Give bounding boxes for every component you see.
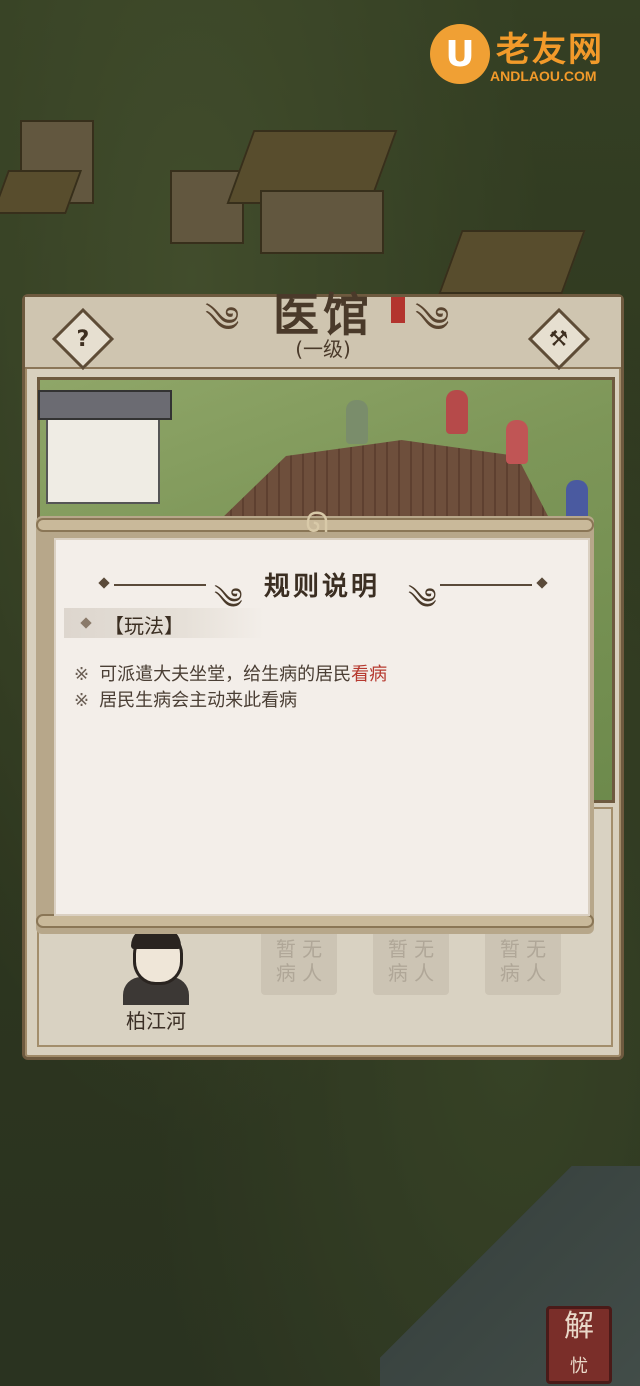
rule-item: ※ 可派遣大夫坐堂，给生病的居民看病 [74, 660, 387, 686]
diamond-bullet-icon [80, 617, 92, 629]
building-title-banner: ༄ 医馆 ༄ [25, 279, 621, 345]
doctor-avatar[interactable] [111, 927, 201, 1005]
building-title: 医馆 [273, 288, 373, 342]
rules-dialog: ༄ 规则说明 ༄ 【玩法】 ※ 可派遣大夫坐堂，给生病的居民看病 ※ 居民生病会主动… [54, 538, 590, 916]
curl-right-icon: ༄ [408, 582, 437, 617]
slot-status-line1: 暂 无 [275, 937, 323, 961]
patient-slot[interactable]: 暂 无 病 人 [373, 929, 449, 995]
solve-button-char1: 解 [564, 1309, 594, 1344]
swirl-right-icon: ༄ [415, 300, 450, 341]
site-logo: U 老友网 ANDLAOU.COM [430, 22, 630, 92]
section-header: 【玩法】 [64, 608, 264, 638]
dialog-top-scroll-bar: ᘏ [36, 506, 594, 539]
slot-status-line2: 病 人 [275, 961, 323, 985]
section-label: 【玩法】 [104, 614, 184, 638]
doctor-name: 柏江河 [126, 1009, 186, 1033]
slot-status-line1: 暂 无 [499, 937, 547, 961]
logo-badge-icon: U [430, 24, 490, 84]
logo-subtitle: ANDLAOU.COM [490, 68, 597, 84]
patient-slot[interactable]: 暂 无 病 人 [485, 929, 561, 995]
solve-button-char2: 忧 [570, 1356, 588, 1377]
swirl-left-icon: ༄ [205, 300, 240, 341]
dialog-bottom-scroll-bar [36, 914, 594, 928]
slot-status-line2: 病 人 [387, 961, 435, 985]
rule-item: ※ 居民生病会主动来此看病 [74, 686, 297, 712]
reference-mark-icon: ※ [74, 664, 90, 685]
red-seal-stamp [391, 297, 405, 323]
patient-slot[interactable]: 暂 无 病 人 [261, 929, 337, 995]
slot-status-line1: 暂 无 [387, 937, 435, 961]
rule-text: 居民生病会主动来此看病 [99, 690, 298, 711]
logo-title: 老友网 [496, 30, 604, 70]
reference-mark-icon: ※ [74, 690, 90, 711]
solve-worries-button[interactable]: 解 忧 [546, 1306, 612, 1384]
rule-text: 可派遣大夫坐堂，给生病的居民 [99, 664, 352, 685]
slot-status-line2: 病 人 [499, 961, 547, 985]
rule-highlight: 看病 [351, 664, 388, 685]
knot-icon: ᘏ [305, 506, 329, 539]
dialog-title-row: ༄ 规则说明 ༄ [56, 564, 588, 617]
